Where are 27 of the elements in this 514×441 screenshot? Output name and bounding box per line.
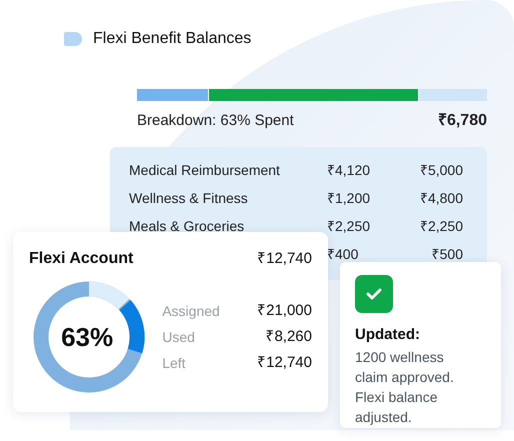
limit-amount: ₹4,800: [418, 188, 463, 208]
category-name: Meals & Groceries: [129, 216, 246, 236]
category-name: Medical Reimbursement: [129, 160, 281, 180]
check-icon: [355, 275, 393, 313]
stat-label: Used: [162, 328, 195, 346]
limit-amount: ₹500: [430, 244, 463, 264]
stat-value: ₹8,260: [265, 326, 312, 347]
section-title: Flexi Benefit Balances: [93, 29, 252, 49]
stat-label: Left: [162, 354, 186, 372]
percent-label: 63%: [61, 320, 114, 354]
category-name: Wellness & Fitness: [129, 188, 249, 208]
used-amount: ₹400: [327, 244, 360, 264]
tag-icon: [64, 32, 82, 46]
stat-value: ₹12,740: [257, 352, 312, 373]
card-title: Flexi Account: [29, 249, 134, 269]
stat-label: Assigned: [162, 302, 220, 321]
account-amount: ₹12,740: [257, 248, 312, 269]
breakdown-label: Breakdown: 63% Spent: [137, 110, 294, 131]
stat-value: ₹21,000: [257, 300, 312, 321]
notification-heading: Updated:: [355, 325, 421, 345]
limit-amount: ₹2,250: [418, 216, 463, 236]
used-amount: ₹2,250: [327, 216, 372, 236]
breakdown-amount: ₹6,780: [438, 111, 487, 131]
used-amount: ₹1,200: [327, 188, 372, 208]
notification-message: 1200 wellness claim approved. Flexi balance adjusted.: [355, 348, 455, 426]
limit-amount: ₹5,000: [418, 160, 463, 180]
used-amount: ₹4,120: [327, 160, 372, 180]
